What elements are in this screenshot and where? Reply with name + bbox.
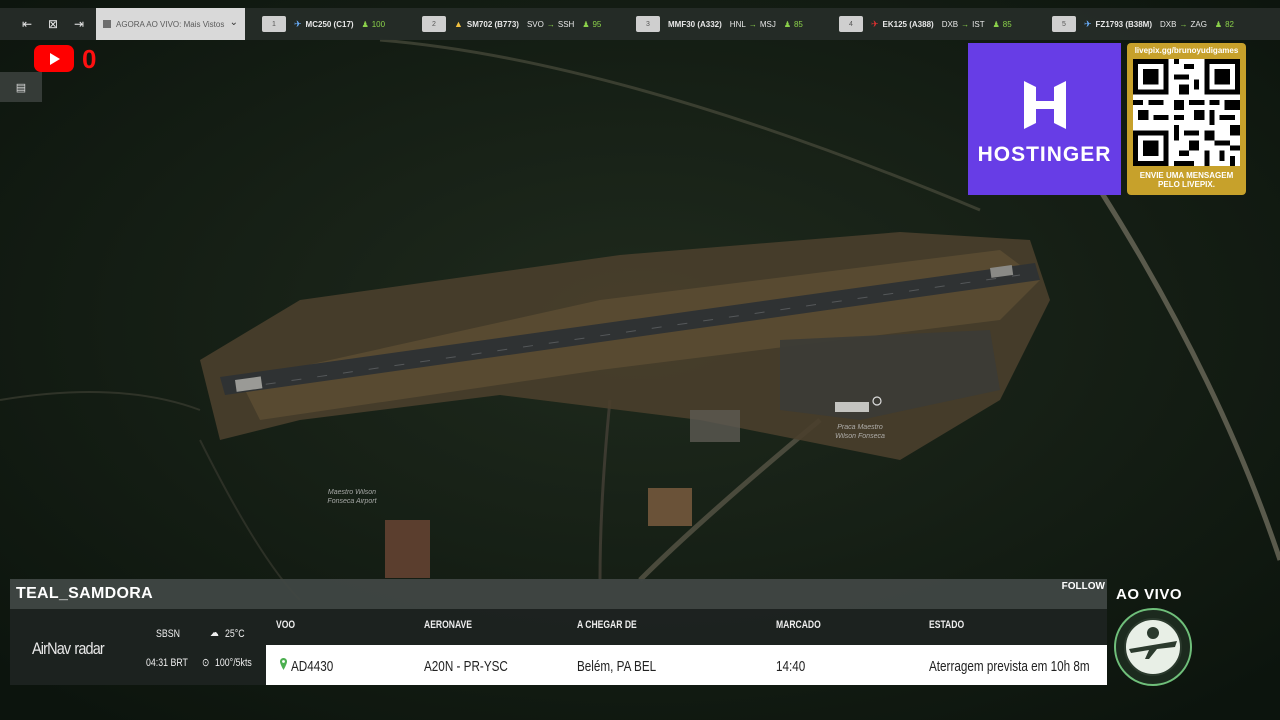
- route-arrow-icon: →: [961, 19, 970, 29]
- cell-status: Aterragem prevista em 10h 8m: [929, 658, 1090, 675]
- route-arrow-icon: →: [1179, 19, 1188, 29]
- wind-icon: ⊙: [202, 657, 210, 669]
- flight-score: 85: [793, 19, 803, 29]
- header-aircraft: AERONAVE: [424, 619, 472, 631]
- flight-callsign: EK125 (A388): [882, 19, 934, 29]
- qr-message-line-1: ENVIE UMA MENSAGEM: [1139, 171, 1234, 180]
- livepix-qr-card: livepix.gg/brunoyudigames ENVIE UMA MENS…: [1127, 43, 1246, 195]
- flight-rank: 4: [839, 16, 863, 32]
- now-live-selector[interactable]: AGORA AO VIVO: Mais Vistos ⌄: [96, 8, 245, 40]
- airplane-icon: ✈: [294, 18, 302, 29]
- score-icon: ♟: [361, 19, 369, 29]
- qr-message: ENVIE UMA MENSAGEM PELO LIVEPIX.: [1127, 171, 1246, 189]
- flight-score: 82: [1225, 19, 1234, 29]
- airport-map-label-1: Maestro Wilson: [328, 489, 376, 496]
- qr-url: livepix.gg/brunoyudigames: [1134, 46, 1239, 55]
- airport-code: SBSN: [156, 628, 180, 640]
- flight-ticker-bar: ⇤ ⊠ ⇥ AGORA AO VIVO: Mais Vistos ⌄ 1 ✈ M…: [0, 8, 1280, 40]
- route-destination: SSH: [557, 19, 575, 29]
- route-origin: SVO: [526, 19, 544, 29]
- brand-main: AirNav: [32, 639, 71, 658]
- route-destination: IST: [972, 19, 985, 29]
- header-from: A CHEGAR DE: [577, 619, 637, 631]
- airnav-radar-logo: AirNav radar: [32, 636, 105, 660]
- airplane-icon: ✈: [871, 18, 879, 29]
- ticker-flight[interactable]: 1 ✈ MC250 (C17) ♟ 100: [262, 16, 385, 32]
- now-live-label: AGORA AO VIVO: Mais Vistos: [116, 19, 225, 29]
- score-icon: ♟: [582, 19, 590, 29]
- flight-callsign: FZ1793 (B38M): [1095, 19, 1153, 29]
- flight-score: 85: [1002, 19, 1012, 29]
- qr-message-line-2: PELO LIVEPIX.: [1158, 180, 1215, 189]
- ticker-flight[interactable]: 3 MMF30 (A332) HNL → MSJ ♟ 85: [636, 16, 803, 32]
- table-row[interactable]: AD4430 A20N - PR-YSC Belém, PA BEL 14:40…: [266, 645, 1107, 685]
- selector-icon: [103, 20, 111, 28]
- flight-callsign: SM702 (B773): [466, 19, 519, 29]
- live-label: AO VIVO: [1116, 586, 1183, 603]
- hostinger-logo-icon: [1023, 81, 1066, 129]
- score-icon: ♟: [1214, 19, 1223, 29]
- flight-callsign: MC250 (C17): [305, 19, 354, 29]
- local-time: 04:31 BRT: [146, 657, 188, 669]
- route-arrow-icon: →: [546, 19, 555, 29]
- flight-rank: 1: [262, 16, 286, 32]
- flight-score: 95: [592, 19, 602, 29]
- route-origin: HNL: [729, 19, 746, 29]
- flight-rank: 3: [636, 16, 660, 32]
- score-icon: ♟: [992, 19, 1000, 29]
- route-origin: DXB: [941, 19, 959, 29]
- header-flight: VOO: [276, 619, 296, 631]
- plaza-map-label-2: Wilson Fonseca: [835, 433, 885, 440]
- flight-info-panel: TEAL_SAMDORA FOLLOW AirNav radar SBSN 04…: [10, 579, 1107, 685]
- brand-sub: radar: [74, 639, 104, 658]
- flight-callsign: MMF30 (A332): [668, 19, 722, 29]
- flight-name: TEAL_SAMDORA: [16, 585, 153, 602]
- follow-button[interactable]: FOLLOW: [1062, 581, 1105, 592]
- channel-badge-icon: [1114, 608, 1192, 686]
- cell-scheduled: 14:40: [776, 658, 806, 675]
- airport-map-label-2: Fonseca Airport: [327, 498, 377, 505]
- weather-cloud-icon: ☁: [210, 627, 219, 639]
- youtube-icon[interactable]: [34, 45, 74, 72]
- hostinger-sponsor: HOSTINGER: [968, 43, 1121, 195]
- cell-from: Belém, PA BEL: [577, 658, 657, 675]
- route-destination: MSJ: [759, 19, 776, 29]
- list-view-icon[interactable]: ▤: [0, 72, 42, 102]
- flight-table: VOO AERONAVE A CHEGAR DE MARCADO ESTADO …: [266, 609, 1107, 685]
- ticker-flight[interactable]: 2 ▲ SM702 (B773) SVO → SSH ♟ 95: [422, 16, 601, 32]
- flight-score: 100: [371, 19, 386, 29]
- route-destination: ZAG: [1190, 19, 1207, 29]
- header-scheduled: MARCADO: [776, 619, 821, 631]
- header-status: ESTADO: [929, 619, 965, 631]
- sponsor-name: HOSTINGER: [977, 143, 1112, 166]
- chevron-down-icon: ⌄: [229, 17, 238, 28]
- route-origin: DXB: [1160, 19, 1177, 29]
- location-pin-icon: [280, 658, 287, 670]
- collapse-sidebar-icon[interactable]: ⇤: [14, 8, 40, 40]
- close-panel-icon[interactable]: ⊠: [40, 8, 66, 40]
- score-icon: ♟: [783, 19, 791, 29]
- ticker-flight[interactable]: 4 ✈ EK125 (A388) DXB → IST ♟ 85: [839, 16, 1012, 32]
- route-arrow-icon: →: [748, 19, 757, 29]
- cell-aircraft: A20N - PR-YSC: [424, 658, 508, 675]
- warning-icon: ▲: [454, 19, 463, 29]
- panel-header: [10, 579, 1107, 609]
- airplane-icon: ✈: [1084, 18, 1092, 29]
- youtube-counter: 0: [82, 44, 97, 74]
- ticker-flight[interactable]: 5 ✈ FZ1793 (B38M) DXB → ZAG ♟ 82: [1052, 16, 1234, 32]
- skip-next-icon[interactable]: ⇥: [66, 8, 92, 40]
- cell-flight: AD4430: [291, 658, 334, 675]
- plaza-map-label-1: Praca Maestro: [837, 424, 883, 431]
- qr-code: [1133, 59, 1240, 166]
- flight-rank: 5: [1052, 16, 1076, 32]
- temperature: 25°C: [225, 628, 245, 640]
- flight-rank: 2: [422, 16, 446, 32]
- wind: 100°/5kts: [215, 657, 252, 669]
